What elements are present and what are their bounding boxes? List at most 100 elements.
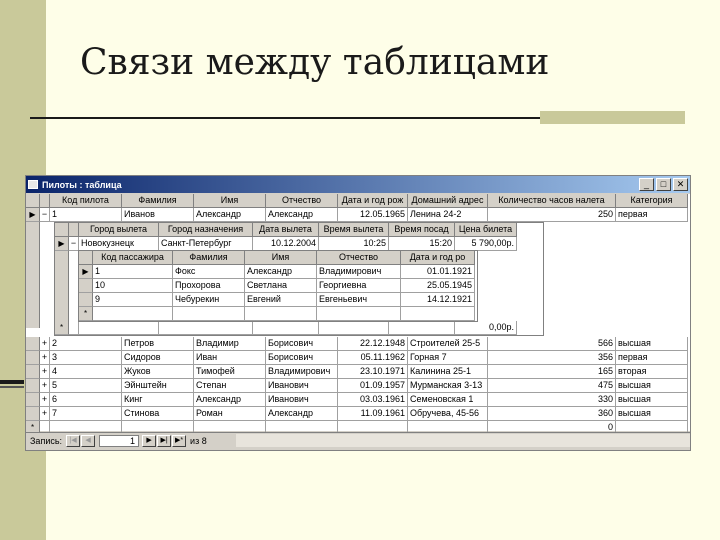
cell[interactable]: 03.03.1961 [338,393,408,407]
prev-record-button[interactable]: ◀ [81,435,96,447]
col-header[interactable]: Время вылета [319,223,389,237]
cell[interactable]: Жуков [122,365,194,379]
cell[interactable] [253,321,319,335]
row-selector[interactable] [26,337,40,351]
expand-toggle[interactable]: + [40,351,50,365]
col-header[interactable]: Фамилия [122,194,194,208]
col-header[interactable]: Код пилота [50,194,122,208]
sub2-row[interactable]: 10 Прохорова Светлана Георгиевна 25.05.1… [79,279,475,293]
sub1-new-row[interactable]: * 0,00р. [55,321,517,335]
table-row[interactable]: + 6 Кинг Александр Иванович 03.03.1961 С… [26,393,688,407]
cell[interactable]: Горная 7 [408,351,488,365]
col-header[interactable]: Отчество [317,251,401,265]
cell[interactable]: 330 [488,393,616,407]
header-selector[interactable] [79,251,93,265]
cell[interactable]: 566 [488,337,616,351]
window-titlebar[interactable]: Пилоты : таблица _ □ ✕ [26,176,690,193]
cell[interactable]: Борисович [266,351,338,365]
cell[interactable]: Строителей 25-5 [408,337,488,351]
cell[interactable]: 360 [488,407,616,421]
table-row[interactable]: + 2 Петров Владимир Борисович 22.12.1948… [26,337,688,351]
cell[interactable]: 05.11.1962 [338,351,408,365]
cell[interactable]: высшая [616,393,688,407]
cell[interactable]: 250 [488,208,616,222]
table-row[interactable]: + 3 Сидоров Иван Борисович 05.11.1962 Го… [26,351,688,365]
cell[interactable]: 10.12.2004 [253,237,319,251]
cell[interactable]: первая [616,351,688,365]
col-header[interactable]: Имя [194,194,266,208]
cell[interactable]: Сидоров [122,351,194,365]
cell[interactable]: 22.12.1948 [338,337,408,351]
table-row[interactable]: ▶ − 1 Иванов Александр Александр 12.05.1… [26,208,688,222]
cell[interactable]: Борисович [266,337,338,351]
close-button[interactable]: ✕ [673,178,688,191]
cell[interactable]: Тимофей [194,365,266,379]
row-selector[interactable] [26,379,40,393]
new-record-marker[interactable]: * [79,307,93,321]
cell[interactable]: 10:25 [319,237,389,251]
first-record-button[interactable]: |◀ [66,435,81,447]
cell[interactable]: Семеновская 1 [408,393,488,407]
cell[interactable]: высшая [616,407,688,421]
sub2-new-row[interactable]: * [79,307,475,321]
cell[interactable]: Александр [194,393,266,407]
cell[interactable]: Эйнштейн [122,379,194,393]
horizontal-scrollbar[interactable] [236,434,690,447]
cell[interactable]: 12.05.1965 [338,208,408,222]
cell[interactable]: 6 [50,393,122,407]
row-selector[interactable] [26,407,40,421]
cell[interactable]: 01.01.1921 [401,265,475,279]
cell[interactable]: Новокузнецк [79,237,159,251]
col-header[interactable]: Дата и год ро [401,251,475,265]
cell[interactable]: Александр [266,208,338,222]
record-number-input[interactable]: 1 [99,435,140,447]
cell[interactable]: высшая [616,337,688,351]
last-record-button[interactable]: ▶| [157,435,172,447]
col-header[interactable]: Дата вылета [253,223,319,237]
col-header[interactable]: Категория [616,194,688,208]
cell[interactable]: Санкт-Петербург [159,237,253,251]
cell[interactable]: 9 [93,293,173,307]
cell[interactable]: 1 [93,265,173,279]
cell[interactable]: 10 [93,279,173,293]
cell[interactable]: 2 [50,337,122,351]
cell[interactable] [389,321,455,335]
col-header[interactable]: Домашний адрес [408,194,488,208]
row-selector[interactable]: ▶ [26,208,40,222]
cell[interactable]: Стинова [122,407,194,421]
new-record-button[interactable]: ▶* [172,435,187,447]
next-record-button[interactable]: ▶ [142,435,157,447]
expand-toggle[interactable]: + [40,365,50,379]
row-selector[interactable] [26,365,40,379]
col-header[interactable]: Количество часов налета [488,194,616,208]
row-selector[interactable] [79,279,93,293]
cell[interactable]: Калинина 25-1 [408,365,488,379]
table-row[interactable]: + 5 Эйнштейн Степан Иванович 01.09.1957 … [26,379,688,393]
cell[interactable]: Владимир [194,337,266,351]
cell[interactable]: Владимирович [317,265,401,279]
cell[interactable]: Иванович [266,393,338,407]
cell[interactable]: Иванович [266,379,338,393]
new-record-marker[interactable]: * [55,321,69,335]
cell[interactable]: Чебурекин [173,293,245,307]
cell[interactable]: 1 [50,208,122,222]
expand-toggle[interactable]: + [40,337,50,351]
cell[interactable]: 25.05.1945 [401,279,475,293]
expand-toggle[interactable]: + [40,393,50,407]
header-selector[interactable] [55,223,69,237]
row-selector[interactable]: ▶ [79,265,93,279]
cell[interactable]: 01.09.1957 [338,379,408,393]
cell[interactable]: Обручева, 45-56 [408,407,488,421]
cell[interactable]: вторая [616,365,688,379]
cell[interactable]: 356 [488,351,616,365]
cell[interactable]: 3 [50,351,122,365]
cell[interactable]: высшая [616,379,688,393]
cell[interactable]: Александр [266,407,338,421]
col-header[interactable]: Отчество [266,194,338,208]
cell[interactable]: Евгеньевич [317,293,401,307]
row-selector[interactable] [79,293,93,307]
cell[interactable]: Георгиевна [317,279,401,293]
cell[interactable]: Прохорова [173,279,245,293]
cell[interactable]: 15:20 [389,237,455,251]
cell[interactable]: Иван [194,351,266,365]
